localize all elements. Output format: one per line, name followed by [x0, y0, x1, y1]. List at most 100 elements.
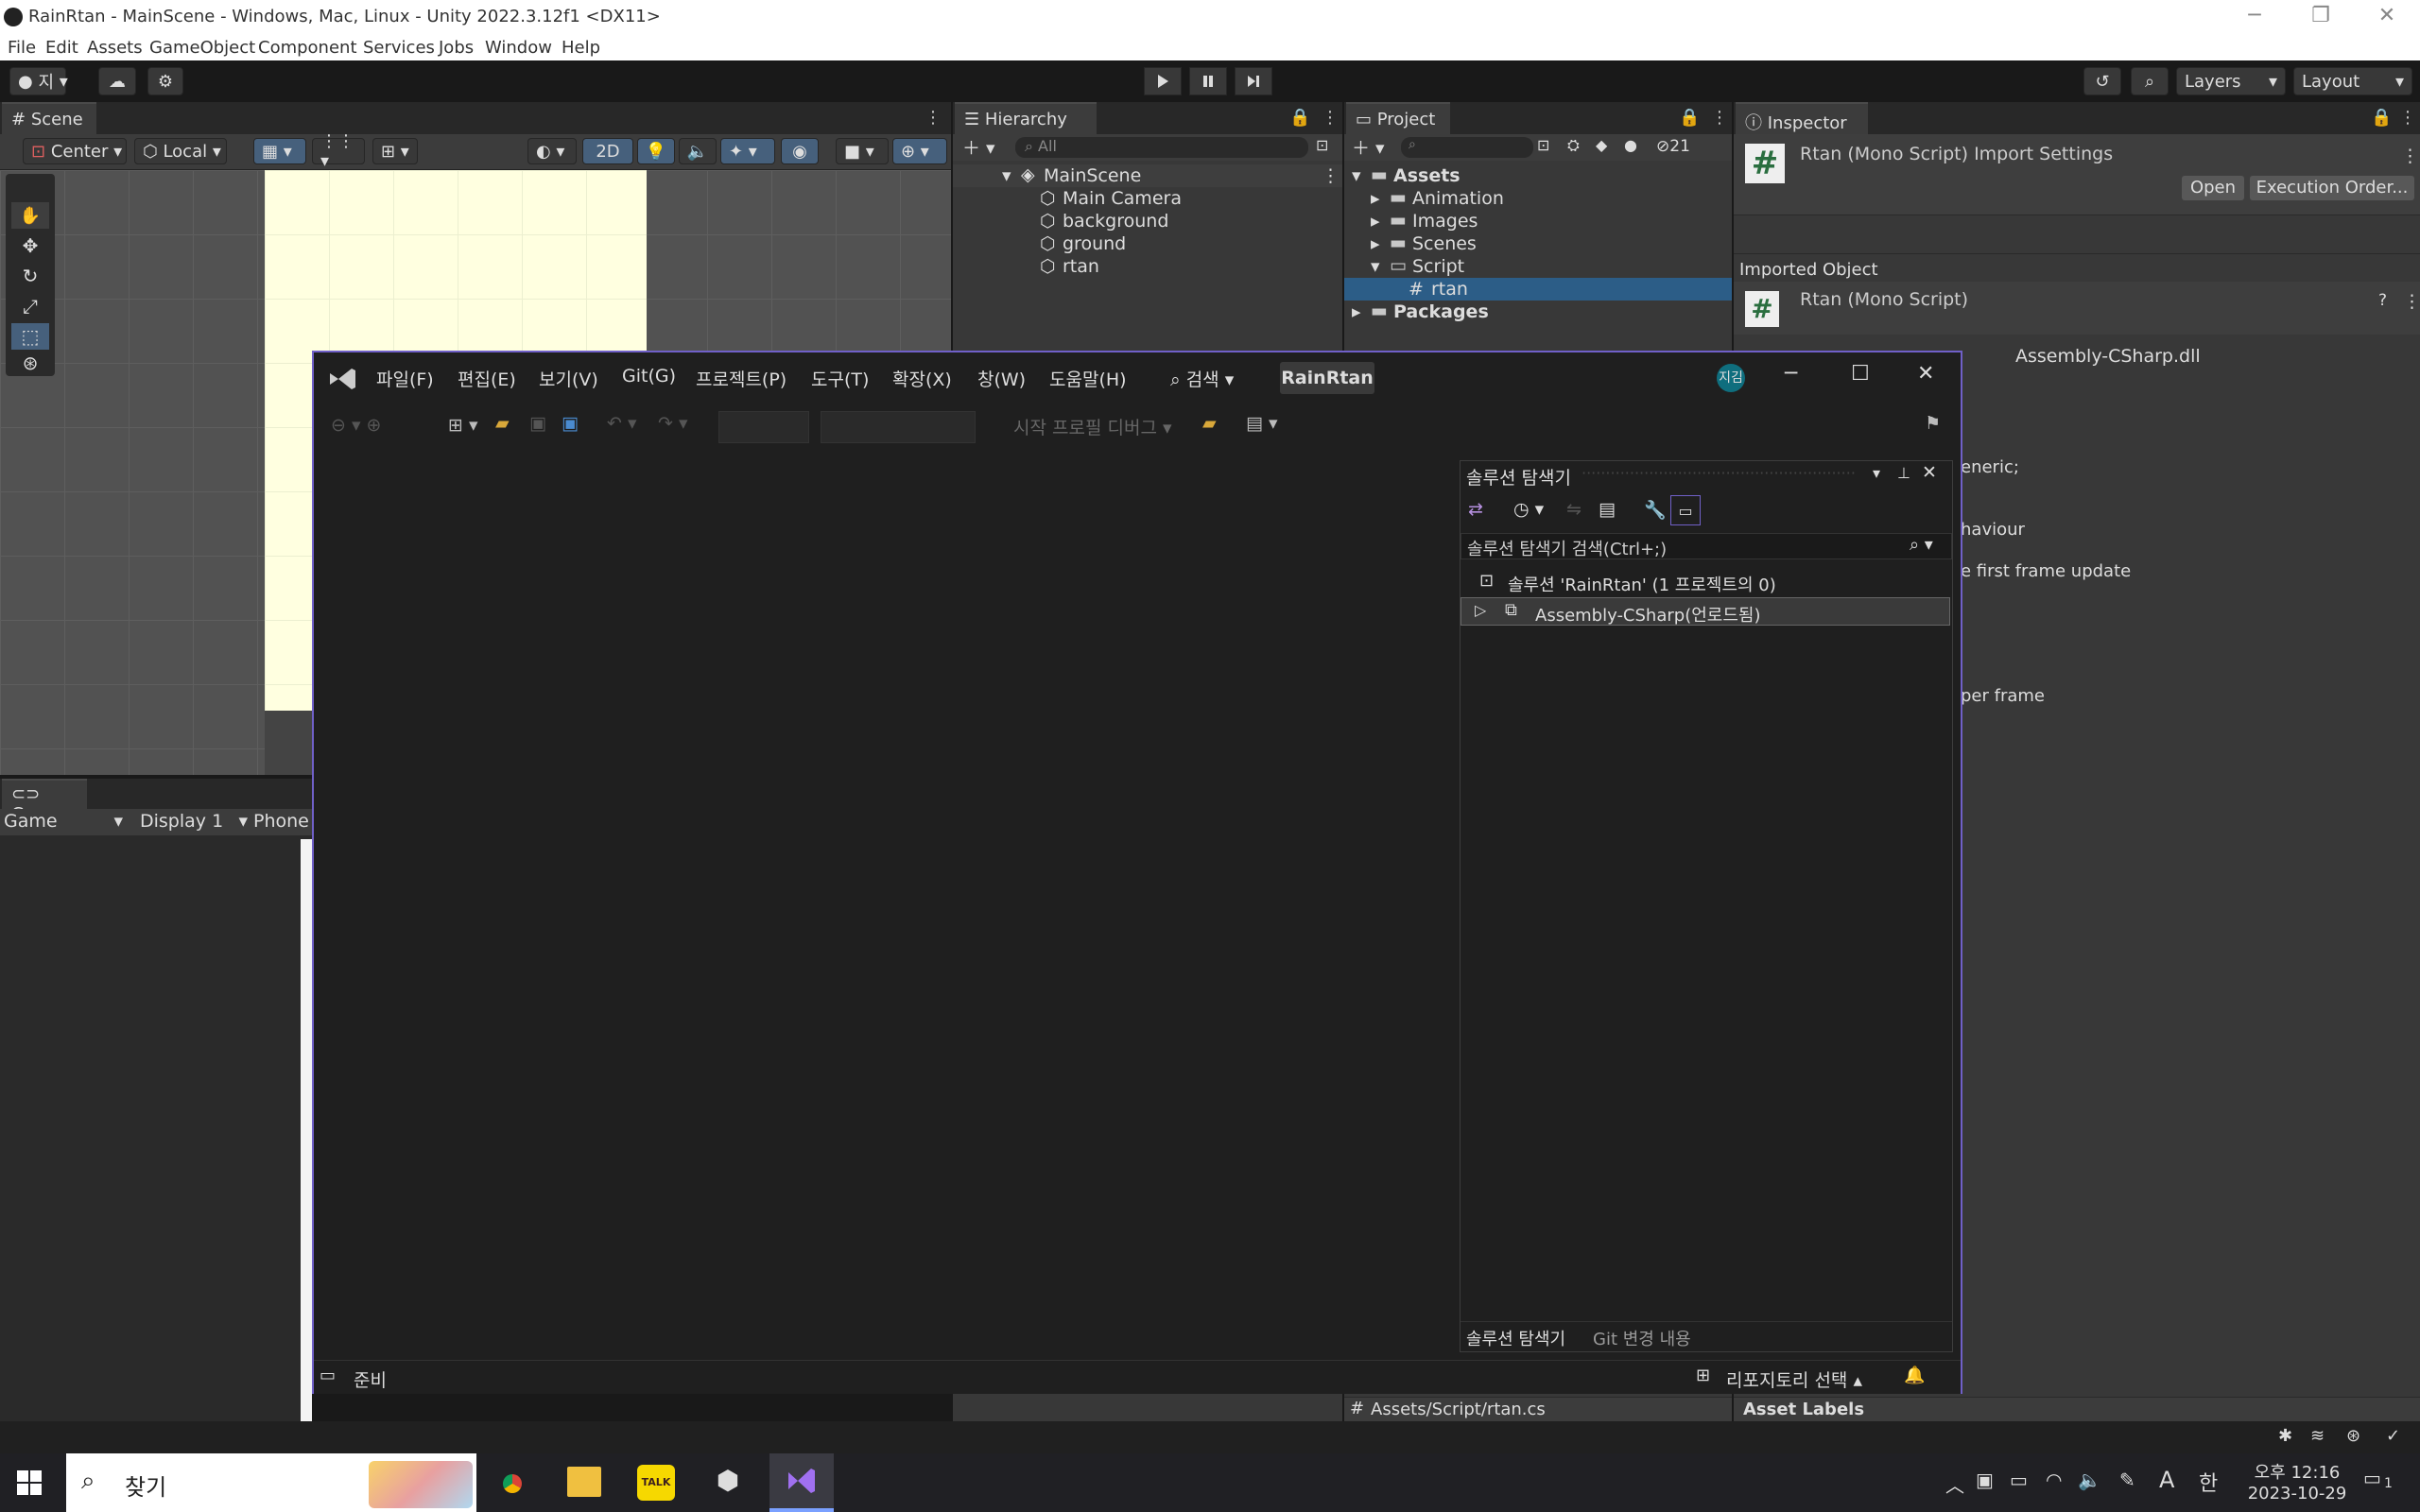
layers-dropdown[interactable]: Layers ▾ [2176, 67, 2286, 95]
search-icon[interactable]: ⌕ [2131, 67, 2169, 95]
notification-center-icon[interactable]: ▭ 1 [2363, 1467, 2401, 1499]
scene-menu-icon[interactable]: ⋮ [925, 108, 942, 128]
collapse-arrow-icon[interactable]: ▸ [1371, 211, 1380, 232]
vs-maximize-button[interactable]: ☐ [1851, 362, 1870, 386]
nav-back-icon[interactable]: ⊖ ▾ ⊕ [331, 415, 381, 436]
inspector-menu-icon[interactable]: ⋮ [2399, 108, 2416, 128]
lock-icon[interactable]: 🔒 [2371, 108, 2392, 128]
scale-tool-icon[interactable]: ⤢ [11, 293, 49, 319]
open-file-icon[interactable]: ▰ [495, 413, 510, 434]
pen-icon[interactable]: ✎ [2119, 1469, 2135, 1491]
list-item[interactable]: ⬡ background [953, 210, 1342, 232]
tree-row-assets[interactable]: ▾ ▬ Assets [1344, 164, 1732, 187]
search-type-icon[interactable]: ⊡ [1537, 136, 1549, 154]
solution-row[interactable]: ⊡ 솔루션 'RainRtan' (1 프로젝트의 0) [1461, 569, 1952, 595]
gizmos-dropdown-icon[interactable]: ⊕ ▾ [892, 138, 947, 164]
battery-icon[interactable]: ▭ [2010, 1469, 2028, 1491]
vs-menu-help[interactable]: 도움말(H) [1049, 366, 1127, 391]
effects-toggle-icon[interactable]: ✦ ▾ [720, 138, 775, 164]
tray-app-icon[interactable]: ▣ [1976, 1469, 1994, 1491]
network-icon[interactable]: ≋ [2310, 1426, 2325, 1446]
vs-menu-window[interactable]: 창(W) [977, 366, 1026, 391]
sync-icon[interactable]: ⇋ [1566, 499, 1582, 520]
scene-row[interactable]: ▾ ◈ MainScene ⋮ [953, 164, 1342, 187]
ime-korean-indicator[interactable]: 한 [2199, 1467, 2218, 1497]
progress-icon[interactable]: ⊛ [2346, 1426, 2360, 1446]
repository-icon[interactable]: ⊞ [1696, 1366, 1710, 1385]
vs-menu-extensions[interactable]: 확장(X) [892, 366, 952, 391]
taskbar-search-box[interactable]: ⌕ 찾기 [66, 1453, 476, 1512]
project-menu-icon[interactable]: ⋮ [1711, 108, 1728, 128]
camera-dropdown-icon[interactable]: ■ ▾ [836, 138, 889, 164]
ime-mode-indicator[interactable]: A [2159, 1467, 2174, 1493]
pin-icon[interactable]: ⊥ [1897, 464, 1910, 482]
audio-toggle-icon[interactable]: 🔈 [679, 138, 717, 164]
menu-component[interactable]: Component [258, 38, 357, 58]
tree-row[interactable]: ▸ ▬ Images [1344, 210, 1732, 232]
se-search-input[interactable]: 솔루션 탐색기 검색(Ctrl+;) ⌕ ▾ [1461, 533, 1952, 559]
menu-window[interactable]: Window [485, 38, 552, 58]
notifications-icon[interactable]: 🔔 [1904, 1366, 1925, 1385]
tab-scene[interactable]: # Scene [2, 102, 96, 134]
visibility-toggle-icon[interactable]: ◉ [781, 138, 819, 164]
execution-order-button[interactable]: Execution Order... [2250, 176, 2414, 200]
rotate-tool-icon[interactable]: ↻ [11, 263, 49, 289]
search-type-icon[interactable]: ⊡ [1316, 136, 1328, 154]
se-drag-grip[interactable]: ········································… [1582, 464, 1856, 482]
switch-views-icon[interactable]: ⇄ [1468, 499, 1483, 520]
minimize-button[interactable]: ─ [2221, 0, 2288, 32]
open-button[interactable]: Open [2182, 176, 2244, 200]
draw-mode-dropdown[interactable]: ◐ ▾ [527, 138, 577, 164]
save-icon[interactable]: ▣ [529, 413, 546, 434]
vs-menu-project[interactable]: 프로젝트(P) [696, 366, 786, 391]
se-dropdown-icon[interactable]: ▾ [1873, 464, 1880, 482]
undo-icon[interactable]: ↶ ▾ [607, 413, 637, 434]
play-button[interactable] [1144, 67, 1182, 95]
search-icon[interactable]: ⌕ ▾ [1910, 535, 1933, 555]
tree-row[interactable]: ▸ ▬ Animation [1344, 187, 1732, 210]
scene-menu-icon[interactable]: ⋮ [1322, 165, 1340, 186]
save-all-icon[interactable]: ▣ [562, 413, 579, 434]
collapse-all-icon[interactable]: ▤ [1599, 499, 1616, 520]
vs-menu-git[interactable]: Git(G) [622, 366, 676, 387]
cloud-icon[interactable]: ☁ [98, 67, 136, 95]
window-layout-icon[interactable]: ▤ ▾ [1246, 413, 1278, 434]
hierarchy-search-input[interactable]: ⌕ All [1015, 137, 1308, 158]
filter-type-icon[interactable]: ⛭ [1567, 136, 1580, 155]
se-close-icon[interactable]: ✕ [1922, 462, 1937, 483]
game-view-dropdown[interactable]: Game ▾ [4, 811, 123, 833]
properties-icon[interactable]: 🔧 [1644, 499, 1667, 521]
menu-help[interactable]: Help [562, 38, 600, 58]
tree-row[interactable]: ▸ ▬ Scenes [1344, 232, 1732, 255]
repo-select-button[interactable]: 리포지토리 선택 ▴ [1726, 1366, 1862, 1392]
tab-project[interactable]: ▭ Project [1346, 102, 1450, 134]
header-menu-icon[interactable]: ⋮ [2401, 146, 2419, 166]
menu-services[interactable]: Services [363, 38, 435, 58]
vs-menu-file[interactable]: 파일(F) [376, 366, 434, 391]
vs-menu-tools[interactable]: 도구(T) [811, 366, 869, 391]
object-menu-icon[interactable]: ⋮ [2403, 291, 2420, 312]
solution-name-badge[interactable]: RainRtan [1280, 362, 1374, 394]
pivot-dropdown[interactable]: ⊡ Center ▾ [23, 138, 127, 164]
project-search-input[interactable]: ⌕ [1401, 137, 1533, 158]
collapse-arrow-icon[interactable]: ▸ [1371, 233, 1380, 254]
vs-close-button[interactable]: ✕ [1917, 362, 1934, 386]
list-item[interactable]: ⬡ ground [953, 232, 1342, 255]
config-dropdown[interactable] [718, 411, 809, 443]
platform-dropdown[interactable] [821, 411, 976, 443]
asset-labels-bar[interactable]: Asset Labels [1734, 1397, 2420, 1421]
create-dropdown[interactable]: ＋ ▾ [1352, 134, 1385, 160]
project-row[interactable]: ▷ ⧉ Assembly-CSharp(언로드됨) [1461, 597, 1950, 626]
check-icon[interactable]: ✓ [2386, 1426, 2400, 1446]
unity-hub-icon[interactable]: ⬢ [709, 1465, 747, 1503]
transform-tool-icon[interactable]: ⊛ [11, 352, 49, 374]
vs-menu-view[interactable]: 보기(V) [539, 366, 598, 391]
tree-row[interactable]: ▾ ▭ Script [1344, 255, 1732, 278]
new-project-icon[interactable]: ⊞ ▾ [448, 415, 478, 436]
tab-git-changes[interactable]: Git 변경 내용 [1593, 1326, 1691, 1350]
wifi-icon[interactable]: ◠ [2046, 1469, 2062, 1491]
list-item[interactable]: ⬡ Main Camera [953, 187, 1342, 210]
history-icon[interactable]: ↺ [2083, 67, 2121, 95]
menu-assets[interactable]: Assets [87, 38, 143, 58]
selected-file-row[interactable]: # rtan [1344, 278, 1732, 301]
